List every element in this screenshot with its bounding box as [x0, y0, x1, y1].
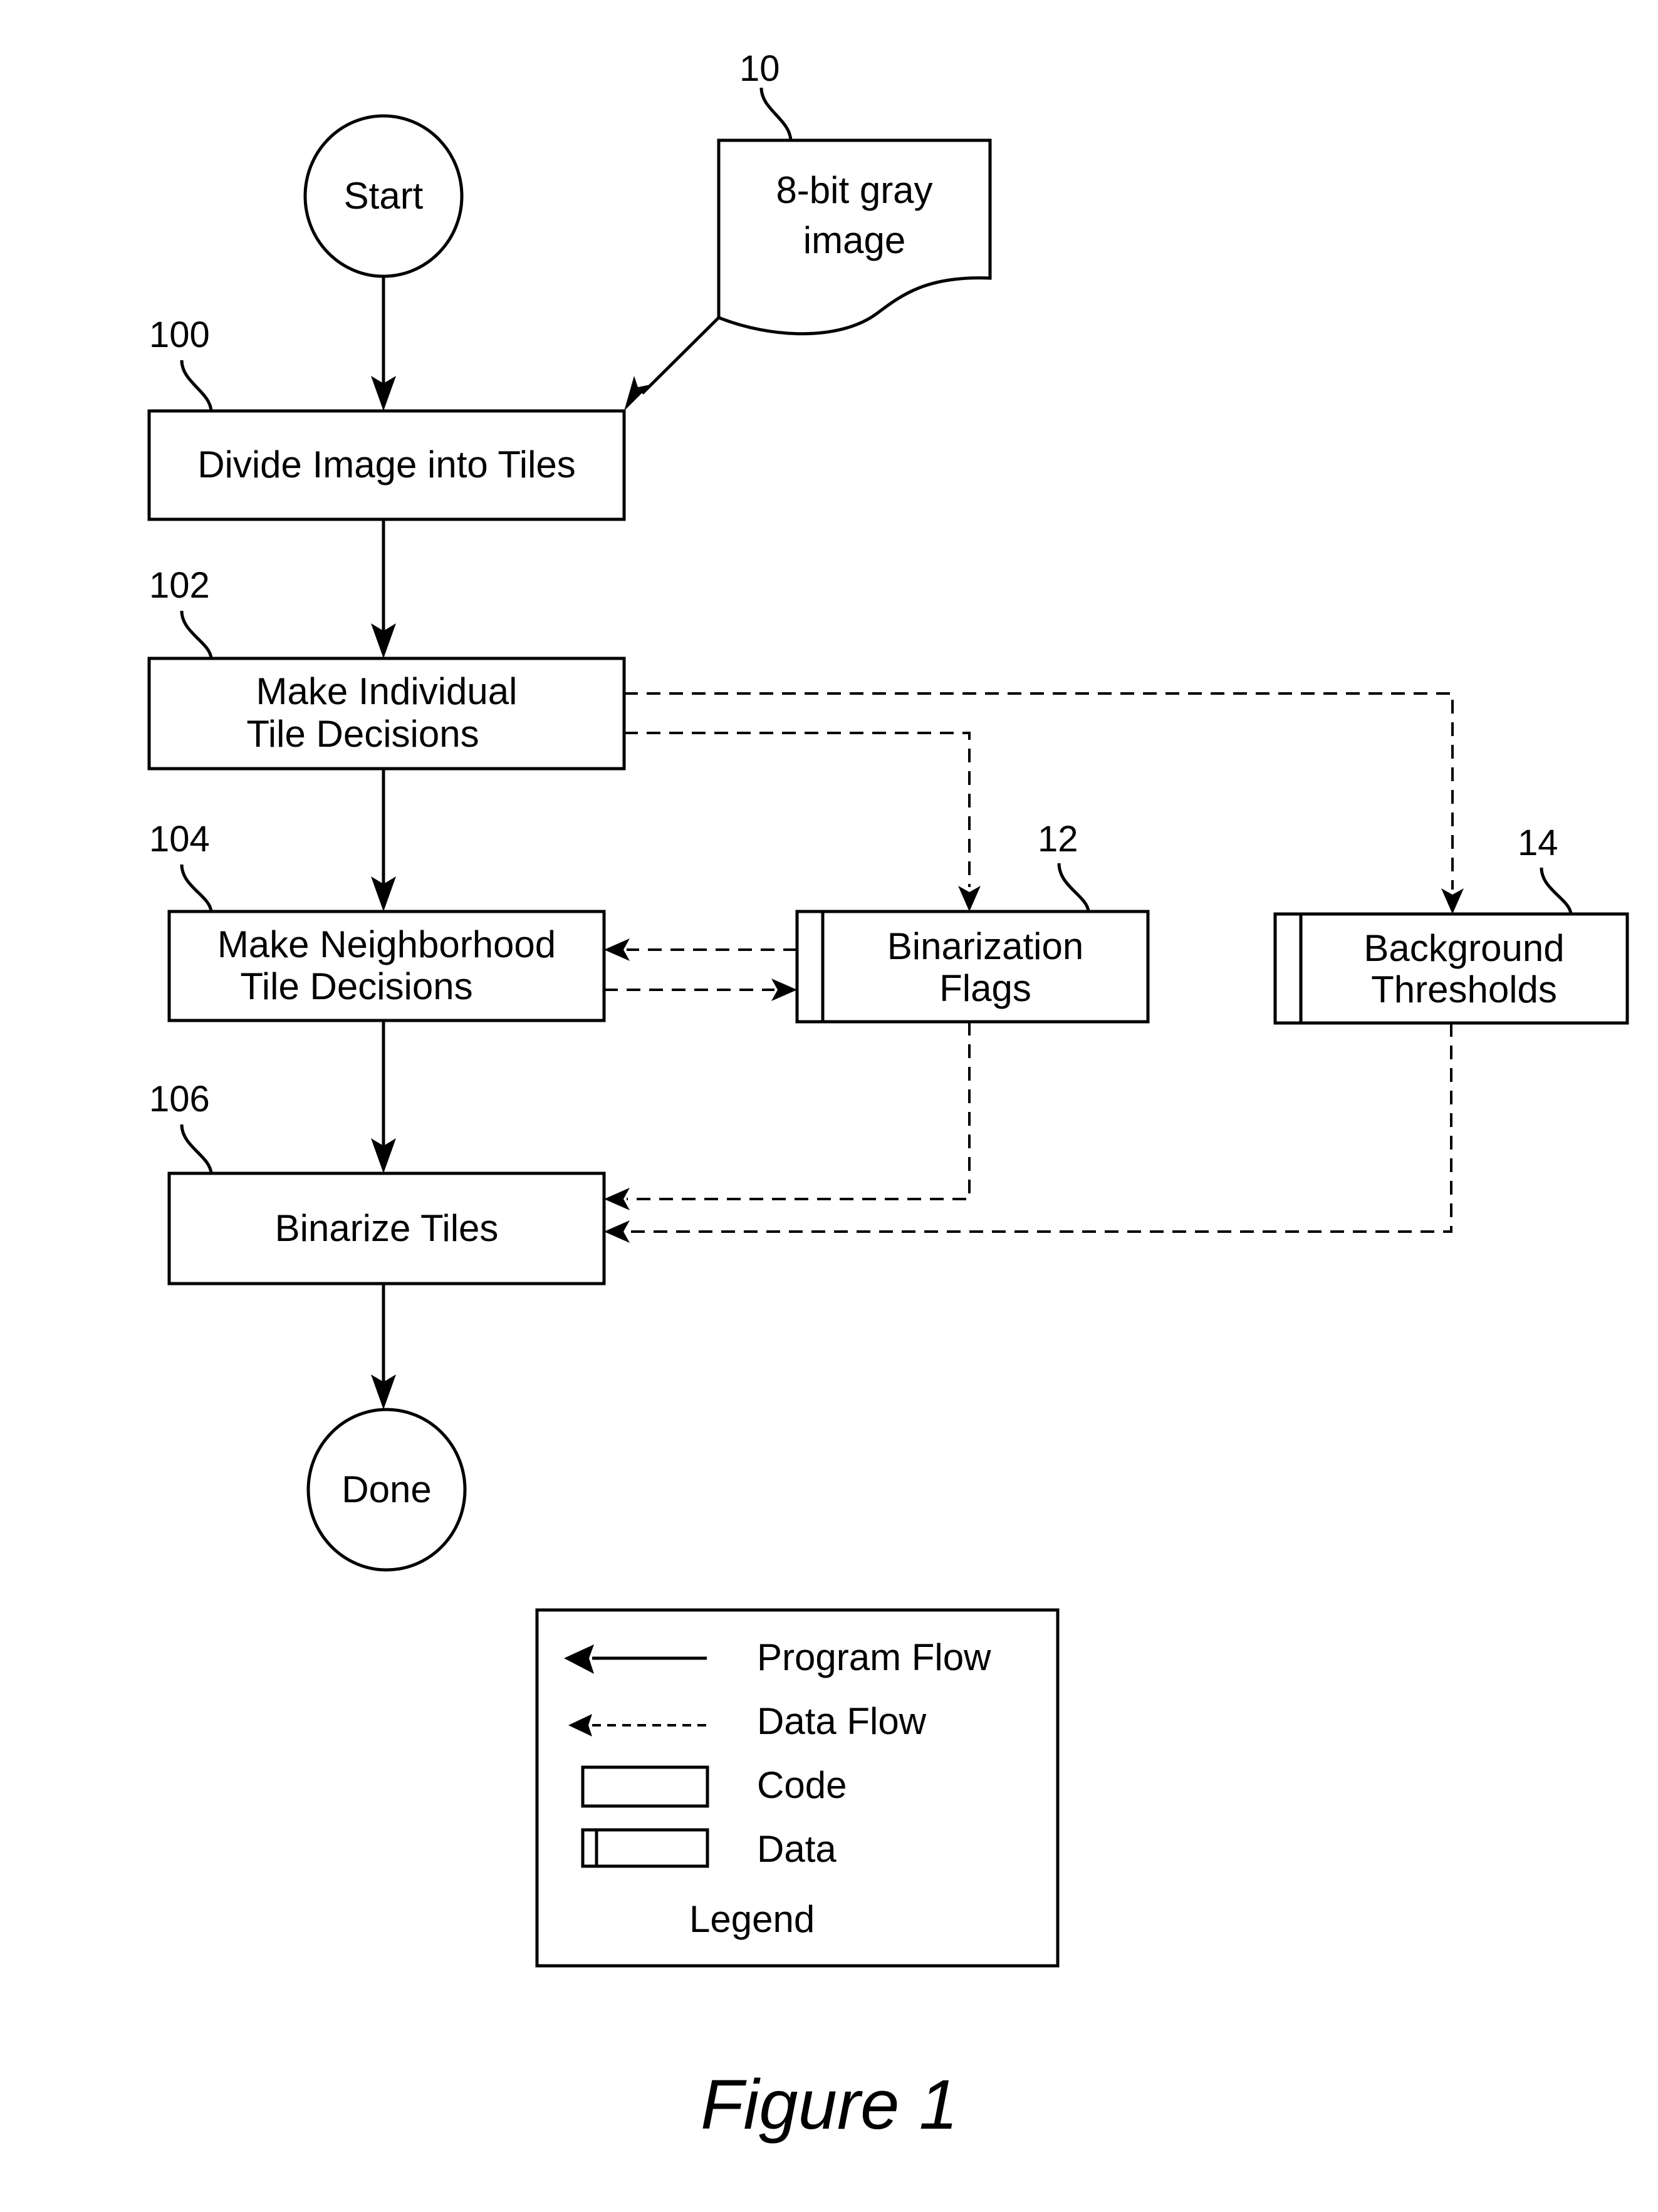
- figure-caption: Figure 1: [701, 2065, 958, 2144]
- data-box-icon: [581, 1828, 709, 1868]
- flags-line1: Binarization: [887, 925, 1084, 967]
- arrowhead-to-flags: [771, 979, 797, 1001]
- dashed-arrow-icon-head: [568, 1714, 592, 1737]
- edge-flags-binarize: [627, 1022, 971, 1200]
- arrowhead-thresholds: [1441, 888, 1464, 914]
- neighborhood-line1: Make Neighborhood: [217, 923, 556, 965]
- ref-106: 106: [149, 1079, 210, 1119]
- legend-program-flow-label: Program Flow: [757, 1636, 991, 1678]
- edge-thresholds-binarize: [627, 1023, 1452, 1233]
- start-label: Start: [343, 175, 424, 217]
- thresholds-line2: Thresholds: [1371, 968, 1557, 1010]
- individual-line1: Make Individual: [256, 670, 518, 712]
- done-label: Done: [342, 1468, 432, 1510]
- edge-doc-divide: [641, 316, 720, 395]
- ref-100: 100: [149, 314, 210, 355]
- thresholds-line1: Background: [1363, 927, 1565, 969]
- arrowhead-thresholds-binarize: [604, 1220, 630, 1243]
- ref-12-leader: [1057, 863, 1090, 912]
- ref-14: 14: [1518, 823, 1558, 863]
- solid-arrow-icon-head: [564, 1644, 594, 1674]
- legend-data-flow-label: Data Flow: [757, 1700, 927, 1742]
- legend-code-label: Code: [757, 1764, 847, 1806]
- edge-individual-flags: [624, 732, 971, 887]
- ref-10: 10: [739, 48, 780, 89]
- ref-104: 104: [149, 819, 210, 859]
- flowchart-canvas: [147, 87, 1629, 1968]
- legend-title: Legend: [689, 1898, 815, 1940]
- ref-102-leader: [180, 610, 213, 659]
- arrowhead-flags-top: [958, 886, 981, 911]
- flags-line2: Flags: [939, 967, 1031, 1009]
- arrowhead-to-neighborhood: [604, 938, 630, 961]
- input-image-line2: image: [803, 219, 906, 261]
- binarize-label: Binarize Tiles: [274, 1207, 499, 1249]
- divide-label: Divide Image into Tiles: [197, 444, 576, 485]
- ref-106-leader: [180, 1124, 213, 1174]
- ref-12: 12: [1038, 819, 1078, 859]
- edge-individual-thresholds: [624, 692, 1454, 890]
- individual-line2: Tile Decisions: [246, 713, 479, 755]
- code-box-icon: [581, 1765, 709, 1808]
- arrowhead-flags-binarize: [604, 1188, 630, 1210]
- ref-102: 102: [149, 565, 210, 606]
- ref-10-leader: [759, 87, 793, 141]
- ref-100-leader: [180, 360, 213, 412]
- input-image-line1: 8-bit gray: [776, 169, 933, 211]
- arrowhead-doc: [624, 376, 650, 411]
- legend-data-label: Data: [757, 1828, 837, 1870]
- neighborhood-line2: Tile Decisions: [240, 965, 473, 1007]
- ref-104-leader: [180, 864, 213, 912]
- ref-14-leader: [1540, 867, 1573, 915]
